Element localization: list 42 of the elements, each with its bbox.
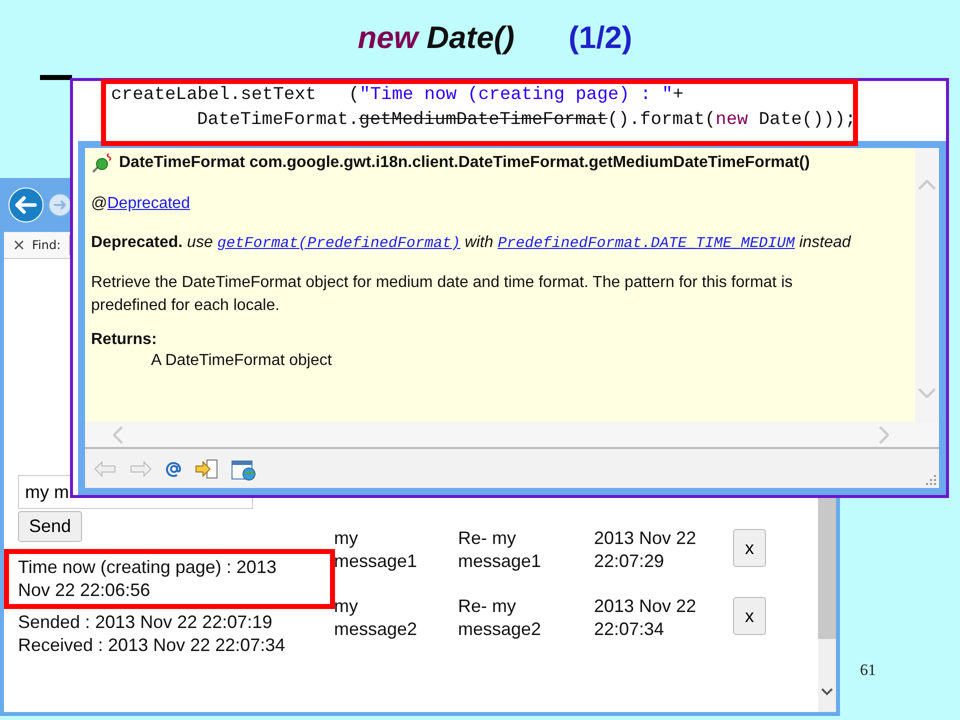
method-signature: DateTimeFormat com.google.gwt.i18n.client.DateTimeFormat.getMediumDateTimeFormat()	[119, 154, 810, 172]
table-cell-text: Re- my message1	[458, 527, 542, 573]
close-icon[interactable]	[14, 240, 24, 250]
page-number: 61	[860, 662, 876, 680]
returns-text: A DateTimeFormat object	[150, 352, 333, 370]
forward-arrow-icon[interactable]	[129, 460, 153, 478]
back-button[interactable]	[8, 187, 44, 223]
api-link[interactable]: PredefinedFormat.DATE_TIME_MEDIUM	[498, 235, 795, 252]
received-time-text: Received : 2013 Nov 22 22:07:34	[18, 634, 286, 657]
scrollbar[interactable]	[85, 422, 939, 449]
slide-counter: (1/2)	[568, 20, 632, 56]
method-icon	[91, 152, 113, 174]
scroll-up-icon[interactable]	[918, 180, 936, 190]
find-label: Find:	[32, 238, 61, 252]
sent-time-text: Sended : 2013 Nov 22 22:07:19	[18, 611, 274, 634]
scroll-right-icon[interactable]	[879, 426, 889, 444]
table-cell-text: my message1	[334, 527, 418, 573]
code-line: DateTimeFormat.getMediumDateTimeFormat().format(new Date()));	[196, 109, 857, 132]
api-link[interactable]: getFormat(PredefinedFormat)	[217, 235, 460, 252]
table-cell-text: Re- my message2	[458, 595, 542, 641]
scroll-down-icon[interactable]	[821, 688, 833, 696]
deprecation-note: Deprecated. use getFormat(PredefinedFormat) with PredefinedFormat.DATE_TIME_MEDIUM instead	[91, 233, 852, 254]
table-cell-text: 2013 Nov 22 22:07:29	[594, 527, 698, 573]
table-cell-text: 2013 Nov 22 22:07:34	[594, 595, 698, 641]
table-cell-text: my message2	[334, 595, 418, 641]
scroll-left-icon[interactable]	[113, 426, 123, 444]
at-sign-icon[interactable]	[165, 460, 183, 478]
description-text: Retrieve the DateTimeFormat object for medium date and time format. The pattern for this format is predefined for each locale.	[91, 273, 794, 316]
scrollbar[interactable]	[915, 148, 939, 422]
open-declaration-icon[interactable]	[195, 458, 219, 480]
annotation-prefix: @	[91, 195, 108, 212]
forward-button[interactable]	[48, 193, 72, 217]
slide-title: new Date()	[358, 20, 514, 56]
creation-time-text: Time now (creating page) : 2013 Nov 22 22:06:56	[18, 556, 278, 602]
code-line: createLabel.setText ("Time now (creating page) : "+	[111, 84, 685, 107]
returns-label: Returns:	[91, 331, 158, 349]
delete-button[interactable]: x	[733, 529, 766, 567]
send-button[interactable]: Send	[18, 511, 82, 542]
back-arrow-icon[interactable]	[93, 460, 117, 478]
delete-button[interactable]: x	[733, 597, 766, 635]
deprecated-link[interactable]: Deprecated	[107, 195, 190, 212]
resize-grip-icon[interactable]	[925, 474, 937, 486]
